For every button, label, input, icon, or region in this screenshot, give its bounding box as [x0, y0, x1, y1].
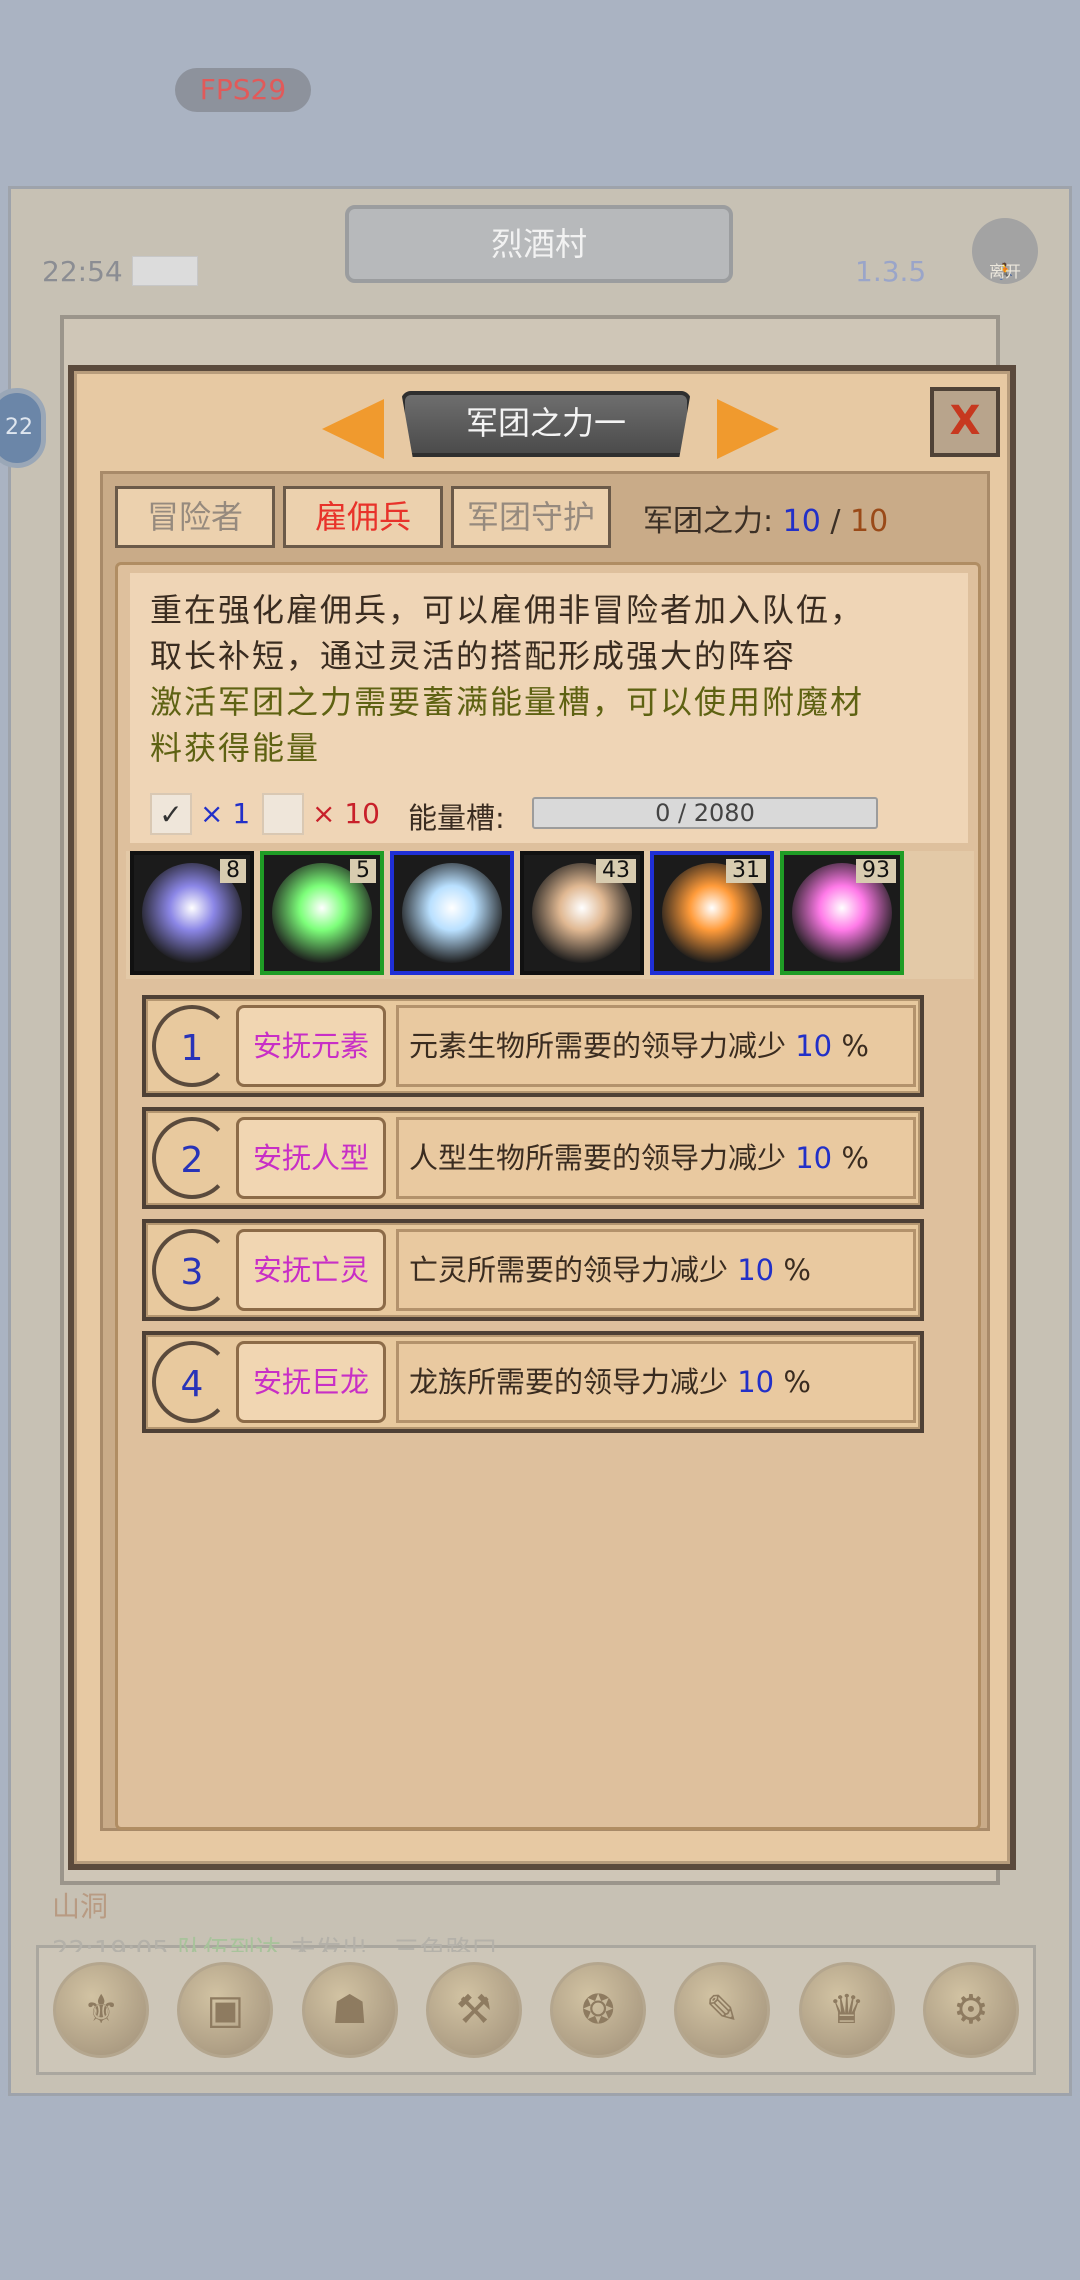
fps-counter: FPS29 — [175, 68, 311, 112]
material-slot[interactable] — [390, 851, 514, 975]
skill-value: 10 — [795, 1029, 833, 1063]
power-max: 10 — [850, 504, 889, 539]
multiplier-1-label: × 1 — [200, 797, 251, 830]
leave-button[interactable]: 🏃 离开 — [972, 218, 1038, 284]
material-slot[interactable]: 5 — [260, 851, 384, 975]
skill-row[interactable]: 1 安抚元素 元素生物所需要的领导力减少 10 % — [142, 995, 924, 1097]
description-line: 重在强化雇佣兵，可以雇佣非冒险者加入队伍， — [150, 591, 865, 629]
power-current: 10 — [782, 504, 821, 539]
bottom-bar: ⚜ ▣ ☗ ⚒ ❂ ✎ ♛ ⚙ — [36, 1945, 1036, 2075]
rainbow-crystal-icon — [402, 863, 502, 963]
multiplier-1-checkbox[interactable]: ✓ — [150, 793, 192, 835]
skill-number-badge: 1 — [152, 1005, 232, 1087]
energy-progress-bar: 0 / 2080 — [532, 797, 878, 829]
description-box: 重在强化雇佣兵，可以雇佣非冒险者加入队伍， 取长补短，通过灵活的搭配形成强大的阵… — [130, 573, 968, 843]
skill-description: 人型生物所需要的领导力减少 10 % — [396, 1117, 916, 1199]
skill-row[interactable]: 3 安抚亡灵 亡灵所需要的领导力减少 10 % — [142, 1219, 924, 1321]
close-icon: X — [949, 398, 981, 444]
dialog-body: 冒险者 雇佣兵 军团守护 军团之力: 10 / 10 重在强化雇佣兵，可以雇佣非… — [100, 471, 990, 1831]
location-title: 烈酒村 — [345, 205, 733, 283]
material-count: 31 — [726, 859, 766, 883]
previous-arrow-button[interactable] — [322, 399, 384, 459]
trophy-icon[interactable]: ♛ — [798, 1962, 895, 2058]
skill-value: 10 — [737, 1365, 775, 1399]
skill-description: 元素生物所需要的领导力减少 10 % — [396, 1005, 916, 1087]
tree-medallion-icon[interactable]: ❂ — [550, 1962, 647, 2058]
power-separator: / — [830, 504, 841, 539]
enchant-material-list: 8 5 43 31 93 — [126, 851, 974, 979]
energy-label: 能量槽: — [408, 801, 505, 835]
material-count: 5 — [350, 859, 376, 883]
description-line: 激活军团之力需要蓄满能量槽，可以使用附魔材 — [150, 683, 865, 721]
material-slot[interactable]: 43 — [520, 851, 644, 975]
material-slot[interactable]: 31 — [650, 851, 774, 975]
multiplier-10-checkbox[interactable] — [262, 793, 304, 835]
skill-row[interactable]: 2 安抚人型 人型生物所需要的领导力减少 10 % — [142, 1107, 924, 1209]
close-button[interactable]: X — [930, 387, 1000, 457]
skill-description: 龙族所需要的领导力减少 10 % — [396, 1341, 916, 1423]
anvil-icon[interactable]: ⚒ — [425, 1962, 522, 2058]
tab-mercenary[interactable]: 雇佣兵 — [283, 486, 443, 548]
material-count: 43 — [596, 859, 636, 883]
skill-description: 亡灵所需要的领导力减少 10 % — [396, 1229, 916, 1311]
dialog-title: 军团之力一 — [401, 391, 691, 457]
guild-emblem-icon[interactable]: ⚜ — [53, 1962, 150, 2058]
skill-name: 安抚巨龙 — [236, 1341, 386, 1423]
skill-number-badge: 3 — [152, 1229, 232, 1311]
side-badge[interactable]: 22 — [0, 388, 46, 468]
skill-value: 10 — [795, 1141, 833, 1175]
tab-legion-guard[interactable]: 军团守护 — [451, 486, 611, 548]
skill-name: 安抚元素 — [236, 1005, 386, 1087]
skill-unit: % — [783, 1365, 811, 1399]
log-highlight: 队伍到达 — [177, 1936, 282, 1952]
skill-name: 安抚人型 — [236, 1117, 386, 1199]
version-label: 1.3.5 — [855, 255, 927, 288]
cave-label: 山洞 — [52, 1890, 109, 1923]
skill-unit: % — [841, 1029, 869, 1063]
tab-adventurer[interactable]: 冒险者 — [115, 486, 275, 548]
skill-row[interactable]: 4 安抚巨龙 龙族所需要的领导力减少 10 % — [142, 1331, 924, 1433]
skill-unit: % — [841, 1141, 869, 1175]
status-box — [132, 256, 198, 286]
next-arrow-button[interactable] — [717, 399, 779, 459]
log-time: 22:19:05 — [52, 1936, 169, 1952]
skill-unit: % — [783, 1253, 811, 1287]
description-line: 料获得能量 — [150, 729, 321, 767]
multiplier-10-label: × 10 — [312, 797, 380, 830]
legion-power-counter: 军团之力: 10 / 10 — [643, 496, 888, 540]
description-line: 取长补短，通过灵活的搭配形成强大的阵容 — [150, 637, 797, 675]
event-log-line: 22:19:05 队伍到达 未发出，三色路口 — [52, 1930, 497, 1952]
material-count: 8 — [220, 859, 246, 883]
material-slot[interactable]: 8 — [130, 851, 254, 975]
log-text: 未发出，三色路口 — [289, 1936, 498, 1952]
skill-number-badge: 4 — [152, 1341, 232, 1423]
material-slot[interactable]: 93 — [780, 851, 904, 975]
gears-icon[interactable]: ⚙ — [922, 1962, 1019, 2058]
material-count: 93 — [856, 859, 896, 883]
skill-effect-text: 人型生物所需要的领导力减少 — [409, 1141, 787, 1175]
skill-value: 10 — [737, 1253, 775, 1287]
leave-label: 离开 — [988, 262, 1021, 281]
clock: 22:54 — [42, 255, 123, 288]
energy-value: 0 / 2080 — [655, 799, 755, 827]
warrior-helmet-icon[interactable]: ☗ — [301, 1962, 398, 2058]
scroll-quill-icon[interactable]: ✎ — [674, 1962, 771, 2058]
skill-effect-text: 亡灵所需要的领导力减少 — [409, 1253, 729, 1287]
skill-number-badge: 2 — [152, 1117, 232, 1199]
skill-list: 1 安抚元素 元素生物所需要的领导力减少 10 % 2 安抚人型 人型生物所需要… — [142, 995, 952, 1443]
treasure-chest-icon[interactable]: ▣ — [177, 1962, 274, 2058]
legion-power-dialog: 军团之力一 X 冒险者 雇佣兵 军团守护 军团之力: 10 / 10 重在强化雇… — [68, 365, 1016, 1870]
content-scroll: 重在强化雇佣兵，可以雇佣非冒险者加入队伍， 取长补短，通过灵活的搭配形成强大的阵… — [115, 562, 981, 1830]
power-label: 军团之力: — [643, 504, 774, 539]
energy-row: ✓ × 1 × 10 能量槽: 0 / 2080 — [150, 791, 950, 835]
skill-name: 安抚亡灵 — [236, 1229, 386, 1311]
skill-effect-text: 龙族所需要的领导力减少 — [409, 1365, 729, 1399]
skill-effect-text: 元素生物所需要的领导力减少 — [409, 1029, 787, 1063]
